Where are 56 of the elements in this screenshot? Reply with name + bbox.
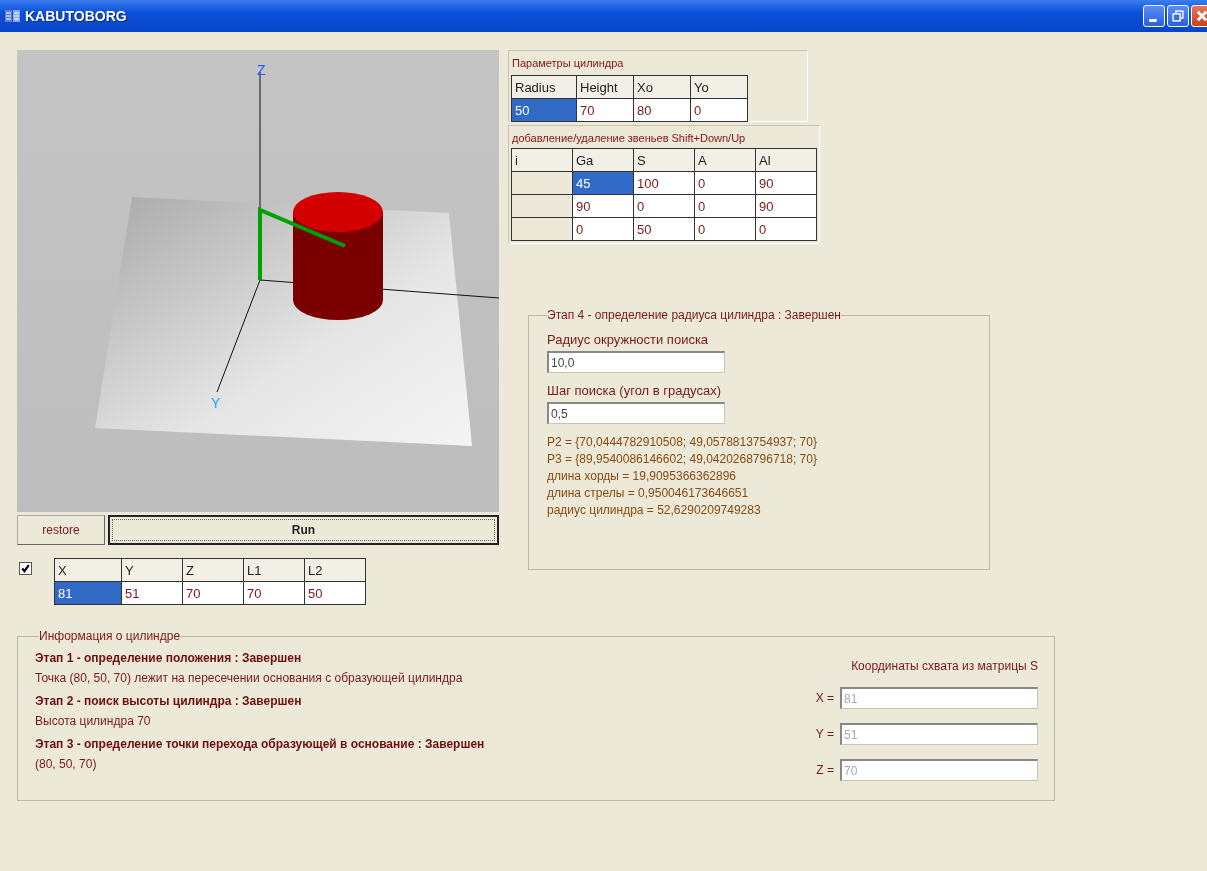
- axis-label: Z: [257, 62, 266, 78]
- checkbox[interactable]: [19, 562, 32, 575]
- column-header: i: [511, 148, 573, 172]
- stage-title: Этап 1 - определение положения : Завершен: [35, 651, 303, 665]
- column-header: S: [633, 148, 695, 172]
- result-text: длина стрелы = 0,950046173646651: [547, 485, 750, 502]
- run-button[interactable]: Run: [108, 515, 499, 545]
- input-field[interactable]: 0,5: [547, 402, 725, 424]
- stage-title: Этап 2 - поиск высоты цилиндра : Завершен: [35, 694, 303, 708]
- grip-caption: Координаты схвата из матрицы S: [851, 659, 1038, 673]
- group-caption: Этап 4 - определение радиуса цилиндра : Завершен: [547, 308, 841, 322]
- result-text: P3 = {89,9540086146602; 49,0420268796718; 70}: [547, 451, 818, 468]
- column-header: Al: [755, 148, 817, 172]
- column-header: X: [54, 558, 122, 582]
- table-cell[interactable]: 50: [511, 98, 577, 122]
- column-header: Y: [121, 558, 183, 582]
- minimize-button[interactable]: [1143, 5, 1165, 27]
- stage-title: Этап 3 - определение точки перехода образующей в основание : Завершен: [35, 737, 485, 751]
- axis-label: Y: [211, 395, 221, 411]
- checkmark-icon: [20, 563, 31, 574]
- row-header[interactable]: [511, 171, 573, 195]
- table-cell[interactable]: 81: [54, 581, 122, 605]
- column-header: L2: [304, 558, 366, 582]
- field-label: Шаг поиска (угол в градусах): [547, 383, 722, 398]
- field-label: X =: [815, 691, 834, 705]
- result-text: радиус цилиндра = 52,6290209749283: [547, 502, 762, 519]
- field-label: Y =: [815, 727, 834, 741]
- restore-icon: [1171, 9, 1185, 23]
- restore-button[interactable]: restore: [17, 515, 105, 545]
- column-header: Ga: [572, 148, 634, 172]
- group-caption: Информация о цилиндре: [39, 629, 181, 643]
- app-icon: [5, 9, 21, 23]
- minimize-icon: [1149, 19, 1157, 22]
- input-field[interactable]: 10,0: [547, 351, 725, 373]
- panel-caption: Параметры цилиндра: [512, 57, 625, 69]
- close-icon: [1195, 9, 1207, 23]
- column-header: A: [694, 148, 756, 172]
- column-header: Yo: [690, 75, 748, 99]
- row-header[interactable]: [511, 194, 573, 218]
- close-button[interactable]: [1191, 5, 1207, 27]
- column-header: Z: [182, 558, 244, 582]
- field-label: Z =: [816, 763, 834, 777]
- column-header: Xo: [633, 75, 691, 99]
- stage-detail: Точка (80, 50, 70) лежит на пересечении основания с образующей цилиндра: [35, 671, 464, 685]
- stage-detail: Высота цилиндра 70: [35, 714, 152, 728]
- row-header[interactable]: [511, 217, 573, 241]
- result-text: P2 = {70,0444782910508; 49,0578813754937; 70}: [547, 434, 818, 451]
- restore-window-button[interactable]: [1167, 5, 1189, 27]
- column-header: Radius: [511, 75, 577, 99]
- column-header: Height: [576, 75, 634, 99]
- window-title: KABUTOBORG: [25, 8, 127, 24]
- panel-caption: добавление/удаление звеньев Shift+Down/Up: [512, 132, 747, 144]
- result-text: длина хорды = 19,9095366362896: [547, 468, 738, 485]
- column-header: L1: [243, 558, 305, 582]
- field-label: Радиус окружности поиска: [547, 332, 710, 347]
- stage-detail: (80, 50, 70): [35, 757, 98, 771]
